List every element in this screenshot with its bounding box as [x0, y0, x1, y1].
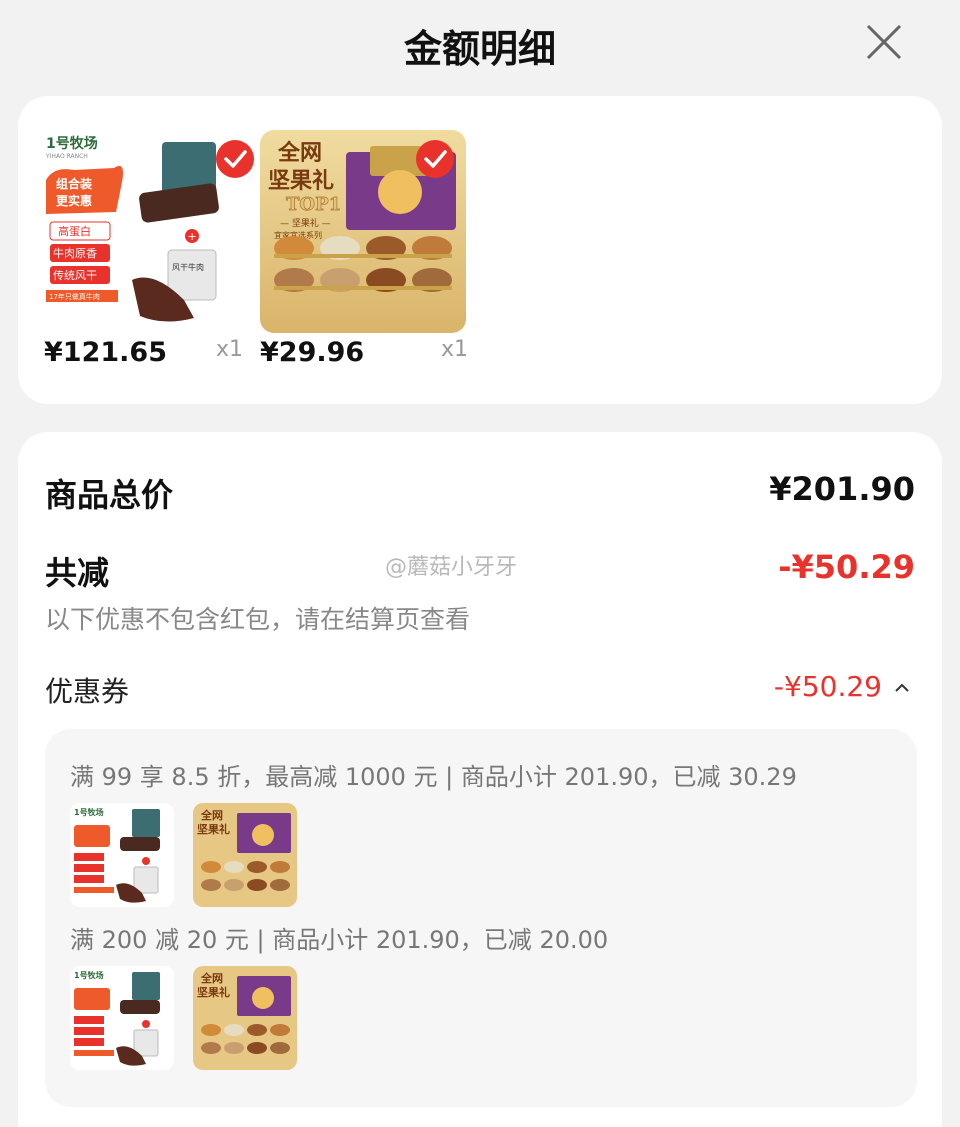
- svg-text:传统风干: 传统风干: [53, 269, 97, 282]
- coupon-rule: 满 99 享 8.5 折，最高减 1000 元 | 商品小计 201.90，已减…: [70, 763, 797, 791]
- page-title: 金额明细: [403, 27, 556, 71]
- svg-text:TOP1: TOP1: [286, 194, 341, 215]
- watermark: @蘑菇小牙牙: [385, 555, 518, 580]
- product-qty: x1: [441, 337, 469, 362]
- svg-text:1号牧场: 1号牧场: [74, 970, 104, 980]
- svg-text:全网: 全网: [200, 971, 223, 985]
- product-price: ¥29.96: [260, 337, 365, 368]
- products-card: 1号牧场 YIHAO RANCH 组合装 更实惠 高蛋白 牛肉原香 传统风干 1…: [18, 96, 942, 404]
- svg-text:17年只做真牛肉: 17年只做真牛肉: [49, 292, 100, 301]
- selected-check-icon[interactable]: [216, 140, 254, 178]
- svg-text:坚果礼: 坚果礼: [197, 822, 230, 836]
- svg-text:坚果礼: 坚果礼: [197, 985, 230, 999]
- beef-jerky-thumbnail: 1号牧场: [70, 966, 174, 1070]
- svg-text:高蛋白: 高蛋白: [58, 224, 91, 238]
- svg-text:坚果礼: 坚果礼: [268, 168, 334, 194]
- nut-gift-thumbnail: 全网 坚果礼: [193, 803, 297, 907]
- svg-text:全网: 全网: [200, 808, 223, 822]
- beef-jerky-thumbnail: 1号牧场: [70, 803, 174, 907]
- svg-text:组合装: 组合装: [56, 176, 92, 191]
- svg-text:+: +: [188, 230, 197, 243]
- product-qty: x1: [216, 337, 244, 362]
- svg-text:— 坚果礼 —: — 坚果礼 —: [280, 217, 331, 229]
- svg-text:风干牛肉: 风干牛肉: [172, 262, 204, 272]
- coupon-label[interactable]: 优惠券: [45, 670, 129, 710]
- product-price: ¥121.65: [44, 337, 167, 368]
- chevron-up-icon[interactable]: [892, 678, 912, 698]
- total-label: 商品总价: [45, 476, 174, 514]
- price-detail-card: 商品总价 ¥201.90 共减 -¥50.29 以下优惠不包含红包，请在结算页查…: [18, 432, 942, 1127]
- total-value: ¥201.90: [769, 470, 915, 508]
- selected-check-icon[interactable]: [416, 140, 454, 178]
- header: 金额明细: [0, 0, 960, 86]
- svg-text:更实惠: 更实惠: [56, 193, 92, 208]
- coupon-value[interactable]: -¥50.29: [774, 670, 882, 703]
- close-icon[interactable]: [862, 20, 906, 64]
- nut-gift-thumbnail: 全网 坚果礼: [193, 966, 297, 1070]
- svg-text:1号牧场: 1号牧场: [74, 807, 104, 817]
- svg-text:YIHAO RANCH: YIHAO RANCH: [45, 153, 88, 160]
- discount-note: 以下优惠不包含红包，请在结算页查看: [45, 605, 471, 634]
- coupon-detail-box: 满 99 享 8.5 折，最高减 1000 元 | 商品小计 201.90，已减…: [45, 729, 917, 1107]
- svg-text:1号牧场: 1号牧场: [46, 135, 98, 152]
- svg-text:全网: 全网: [277, 140, 322, 166]
- discount-label: 共减: [45, 554, 110, 592]
- discount-value: -¥50.29: [778, 548, 915, 586]
- svg-text:牛肉原香: 牛肉原香: [53, 246, 97, 260]
- coupon-rule: 满 200 减 20 元 | 商品小计 201.90，已减 20.00: [70, 926, 609, 954]
